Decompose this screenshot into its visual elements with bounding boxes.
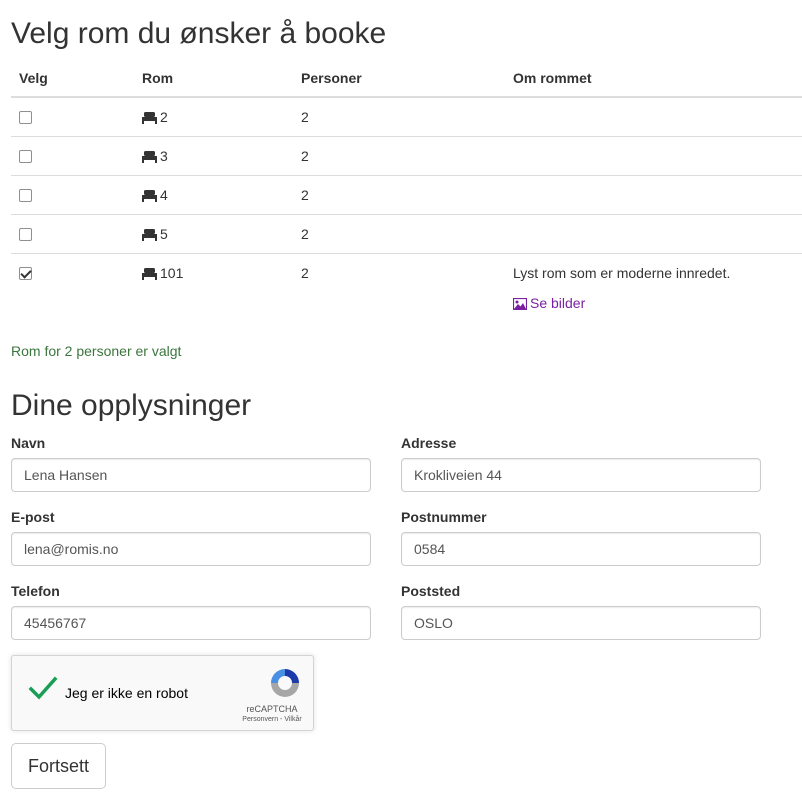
bed-icon — [142, 112, 157, 124]
postcode-field[interactable] — [401, 532, 761, 566]
phone-field[interactable] — [11, 606, 371, 640]
room-number: 4 — [160, 186, 168, 203]
phone-label: Telefon — [11, 583, 60, 599]
room-about — [505, 96, 802, 136]
bed-icon — [142, 189, 157, 202]
see-pictures-label: Se bilder — [530, 294, 586, 311]
room-select-checkbox[interactable] — [19, 266, 32, 280]
booking-page: Velg rom du ønsker å booke Velg Rom Pers… — [0, 0, 802, 799]
email-label: E-post — [11, 509, 55, 525]
room-about — [505, 213, 802, 253]
room-select-checkbox[interactable] — [19, 111, 32, 124]
table-row: 5 2 — [11, 213, 802, 253]
column-header-om-rommet: Om rommet — [505, 60, 802, 98]
table-row: 2 2 — [11, 96, 802, 136]
postcode-label: Postnummer — [401, 509, 487, 525]
room-persons: 2 — [293, 213, 505, 253]
room-persons: 2 — [293, 96, 505, 136]
table-row: 101 2 Lyst rom som er moderne innredet. … — [11, 252, 802, 325]
selection-status-message: Rom for 2 personer er valgt — [11, 343, 182, 359]
room-number: 5 — [160, 225, 168, 242]
checkmark-icon[interactable] — [28, 675, 58, 701]
room-persons: 2 — [293, 174, 505, 214]
recaptcha-label: Jeg er ikke en robot — [65, 685, 188, 701]
room-number: 101 — [160, 264, 184, 281]
column-header-rom: Rom — [134, 60, 293, 98]
info-section-title: Dine opplysninger — [11, 389, 252, 422]
name-label: Navn — [11, 435, 46, 451]
room-select-checkbox[interactable] — [19, 188, 32, 202]
bed-icon — [142, 228, 157, 241]
room-about: Lyst rom som er moderne innredet. — [513, 264, 731, 281]
image-icon — [513, 297, 527, 310]
address-label: Adresse — [401, 435, 457, 451]
name-field[interactable] — [11, 458, 371, 492]
room-number: 3 — [160, 147, 168, 164]
bed-icon — [142, 267, 157, 280]
column-header-personer: Personer — [293, 60, 505, 98]
table-row: 4 2 — [11, 174, 802, 214]
table-row: 3 2 — [11, 135, 802, 175]
address-field[interactable] — [401, 458, 761, 492]
recaptcha-brand: reCAPTCHA — [246, 704, 298, 714]
bed-icon — [142, 150, 157, 163]
room-about — [505, 135, 802, 175]
city-field[interactable] — [401, 606, 761, 640]
email-field[interactable] — [11, 532, 371, 566]
room-number: 2 — [160, 109, 168, 125]
room-select-checkbox[interactable] — [19, 227, 32, 241]
continue-button[interactable]: Fortsett — [11, 743, 106, 789]
room-persons: 2 — [293, 135, 505, 175]
recaptcha-logo-icon — [271, 669, 299, 697]
recaptcha-terms[interactable]: Personvern - Vilkår — [224, 716, 320, 723]
rooms-section-title: Velg rom du ønsker å booke — [11, 17, 387, 50]
room-persons: 2 — [293, 252, 505, 325]
rooms-table: Velg Rom Personer Om rommet 2 2 3 2 4 2 … — [11, 60, 802, 325]
city-label: Poststed — [401, 583, 461, 599]
recaptcha-widget[interactable]: Jeg er ikke en robot reCAPTCHA Personver… — [11, 655, 314, 731]
column-header-velg: Velg — [11, 60, 134, 98]
see-pictures-link[interactable]: Se bilder — [513, 295, 585, 311]
room-select-checkbox[interactable] — [19, 149, 32, 163]
room-about — [505, 174, 802, 214]
table-header-row: Velg Rom Personer Om rommet — [11, 60, 802, 98]
